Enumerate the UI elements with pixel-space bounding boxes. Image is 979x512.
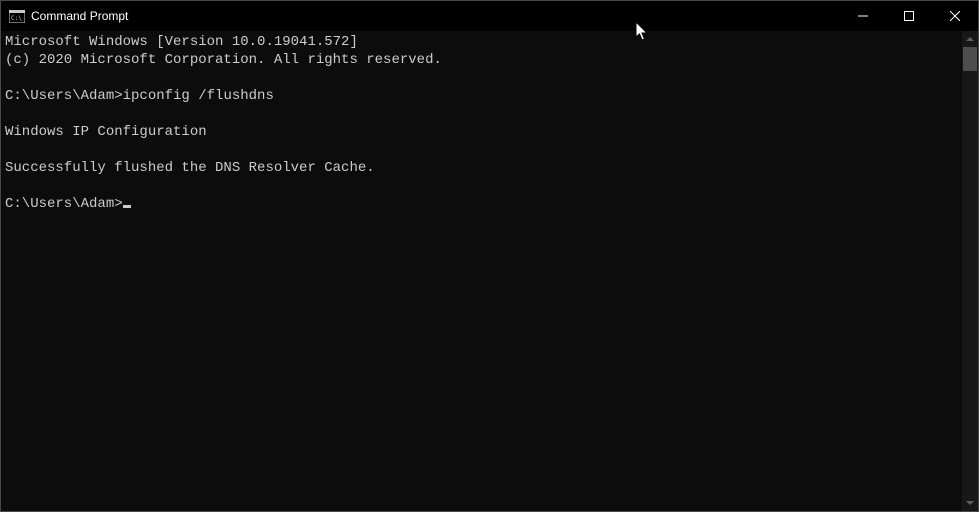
scrollbar-thumb[interactable] — [963, 47, 977, 71]
window-title: Command Prompt — [31, 9, 128, 23]
output-heading: Windows IP Configuration — [5, 124, 207, 140]
scroll-down-icon[interactable] — [962, 495, 978, 511]
banner-line-1: Microsoft Windows [Version 10.0.19041.57… — [5, 34, 358, 50]
banner-line-2: (c) 2020 Microsoft Corporation. All righ… — [5, 52, 442, 68]
svg-text:C:\: C:\ — [11, 15, 22, 22]
minimize-button[interactable] — [840, 1, 886, 31]
content-area: Microsoft Windows [Version 10.0.19041.57… — [1, 31, 978, 511]
window-controls — [840, 1, 978, 31]
scroll-up-icon[interactable] — [962, 31, 978, 47]
text-cursor — [123, 205, 131, 208]
output-message: Successfully flushed the DNS Resolver Ca… — [5, 160, 375, 176]
prompt-path: C:\Users\Adam> — [5, 196, 123, 212]
cmd-icon: C:\ — [9, 9, 25, 23]
command-prompt-window: C:\ Command Prompt Microsoft Windows [Ve… — [0, 0, 979, 512]
typed-command: ipconfig /flushdns — [123, 88, 274, 104]
close-button[interactable] — [932, 1, 978, 31]
prompt-path: C:\Users\Adam> — [5, 88, 123, 104]
maximize-button[interactable] — [886, 1, 932, 31]
vertical-scrollbar[interactable] — [962, 31, 978, 511]
terminal-output[interactable]: Microsoft Windows [Version 10.0.19041.57… — [1, 31, 962, 511]
titlebar[interactable]: C:\ Command Prompt — [1, 1, 978, 31]
